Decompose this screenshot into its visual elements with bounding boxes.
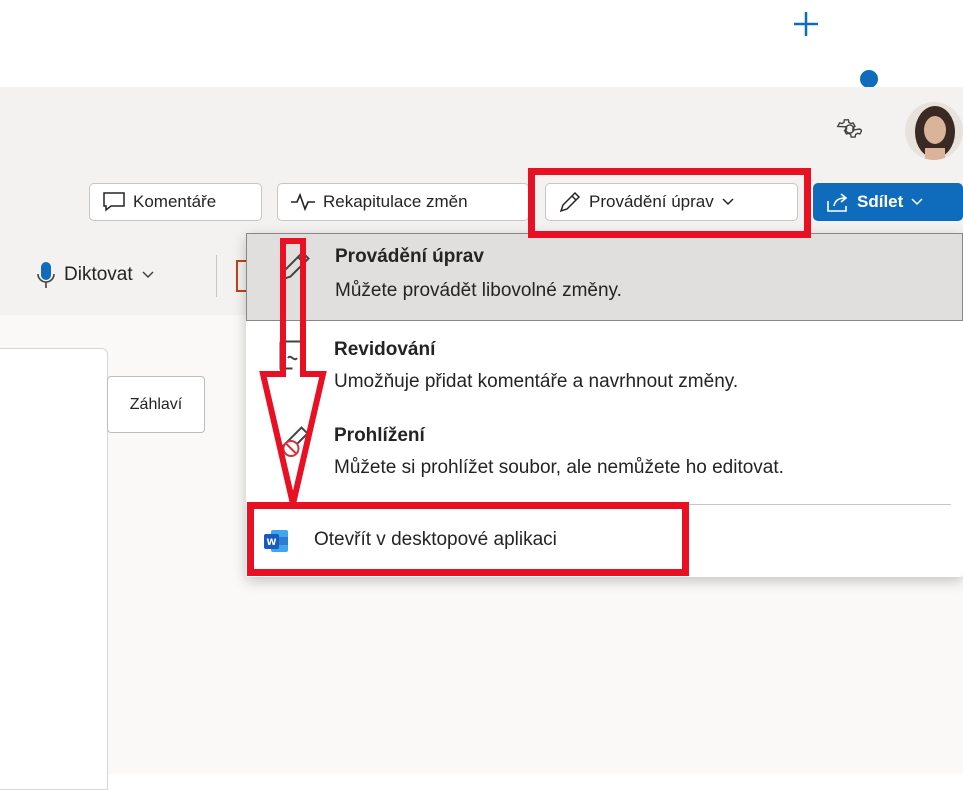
comment-icon — [103, 192, 125, 212]
status-dot — [860, 70, 878, 88]
microphone-icon — [37, 262, 55, 288]
changes-summary-label: Rekapitulace změn — [323, 192, 468, 211]
open-desktop-app-label: Otevřít v desktopové aplikaci — [314, 529, 557, 550]
ribbon-divider — [216, 255, 217, 297]
plus-icon — [794, 12, 818, 36]
avatar-portrait — [915, 106, 955, 160]
word-app-icon: W — [264, 530, 288, 552]
document-page — [0, 348, 108, 790]
share-icon — [827, 193, 848, 212]
menu-item-description: Umožňuje přidat komentáře a navrhnout zm… — [334, 371, 739, 392]
menu-divider — [258, 504, 951, 505]
svg-text:W: W — [267, 538, 277, 548]
menu-item-title: Provádění úprav — [335, 246, 484, 267]
dictate-label: Diktovat — [64, 264, 133, 285]
gear-icon[interactable] — [834, 115, 862, 143]
annotation-arrow — [259, 238, 327, 505]
editing-mode-menu: Provádění úprav Můžete provádět libovoln… — [246, 233, 963, 577]
chevron-down-icon — [722, 198, 734, 206]
editing-mode-label: Provádění úprav — [589, 192, 714, 211]
share-button[interactable]: Sdílet — [813, 183, 963, 221]
header-button-label: Záhlaví — [129, 395, 183, 413]
menu-item-title: Prohlížení — [334, 425, 425, 446]
menu-item-reviewing[interactable]: Revidování Umožňuje přidat komentáře a n… — [246, 325, 963, 405]
menu-item-viewing[interactable]: Prohlížení Můžete si prohlížet soubor, a… — [246, 411, 963, 491]
ribbon-next-icon[interactable] — [236, 260, 246, 292]
editing-mode-button[interactable]: Provádění úprav — [545, 183, 798, 221]
chevron-down-icon — [142, 271, 154, 279]
open-desktop-app-item[interactable]: W Otevřít v desktopové aplikaci — [246, 519, 963, 565]
chevron-down-icon — [911, 198, 923, 206]
menu-item-description: Můžete provádět libovolné změny. — [335, 280, 622, 301]
menu-item-description: Můžete si prohlížet soubor, ale nemůžete… — [334, 457, 784, 478]
menu-item-editing[interactable]: Provádění úprav Můžete provádět libovoln… — [246, 233, 963, 321]
changes-summary-button[interactable]: Rekapitulace změn — [277, 183, 529, 221]
dictate-button[interactable]: Diktovat — [36, 255, 155, 295]
avatar[interactable] — [905, 102, 963, 160]
menu-item-title: Revidování — [334, 339, 436, 360]
activity-icon — [291, 192, 315, 212]
pencil-icon — [559, 191, 581, 213]
share-button-label: Sdílet — [857, 192, 904, 211]
comments-button[interactable]: Komentáře — [89, 183, 262, 221]
header-button[interactable]: Záhlaví — [107, 376, 205, 433]
comments-button-label: Komentáře — [133, 192, 217, 211]
